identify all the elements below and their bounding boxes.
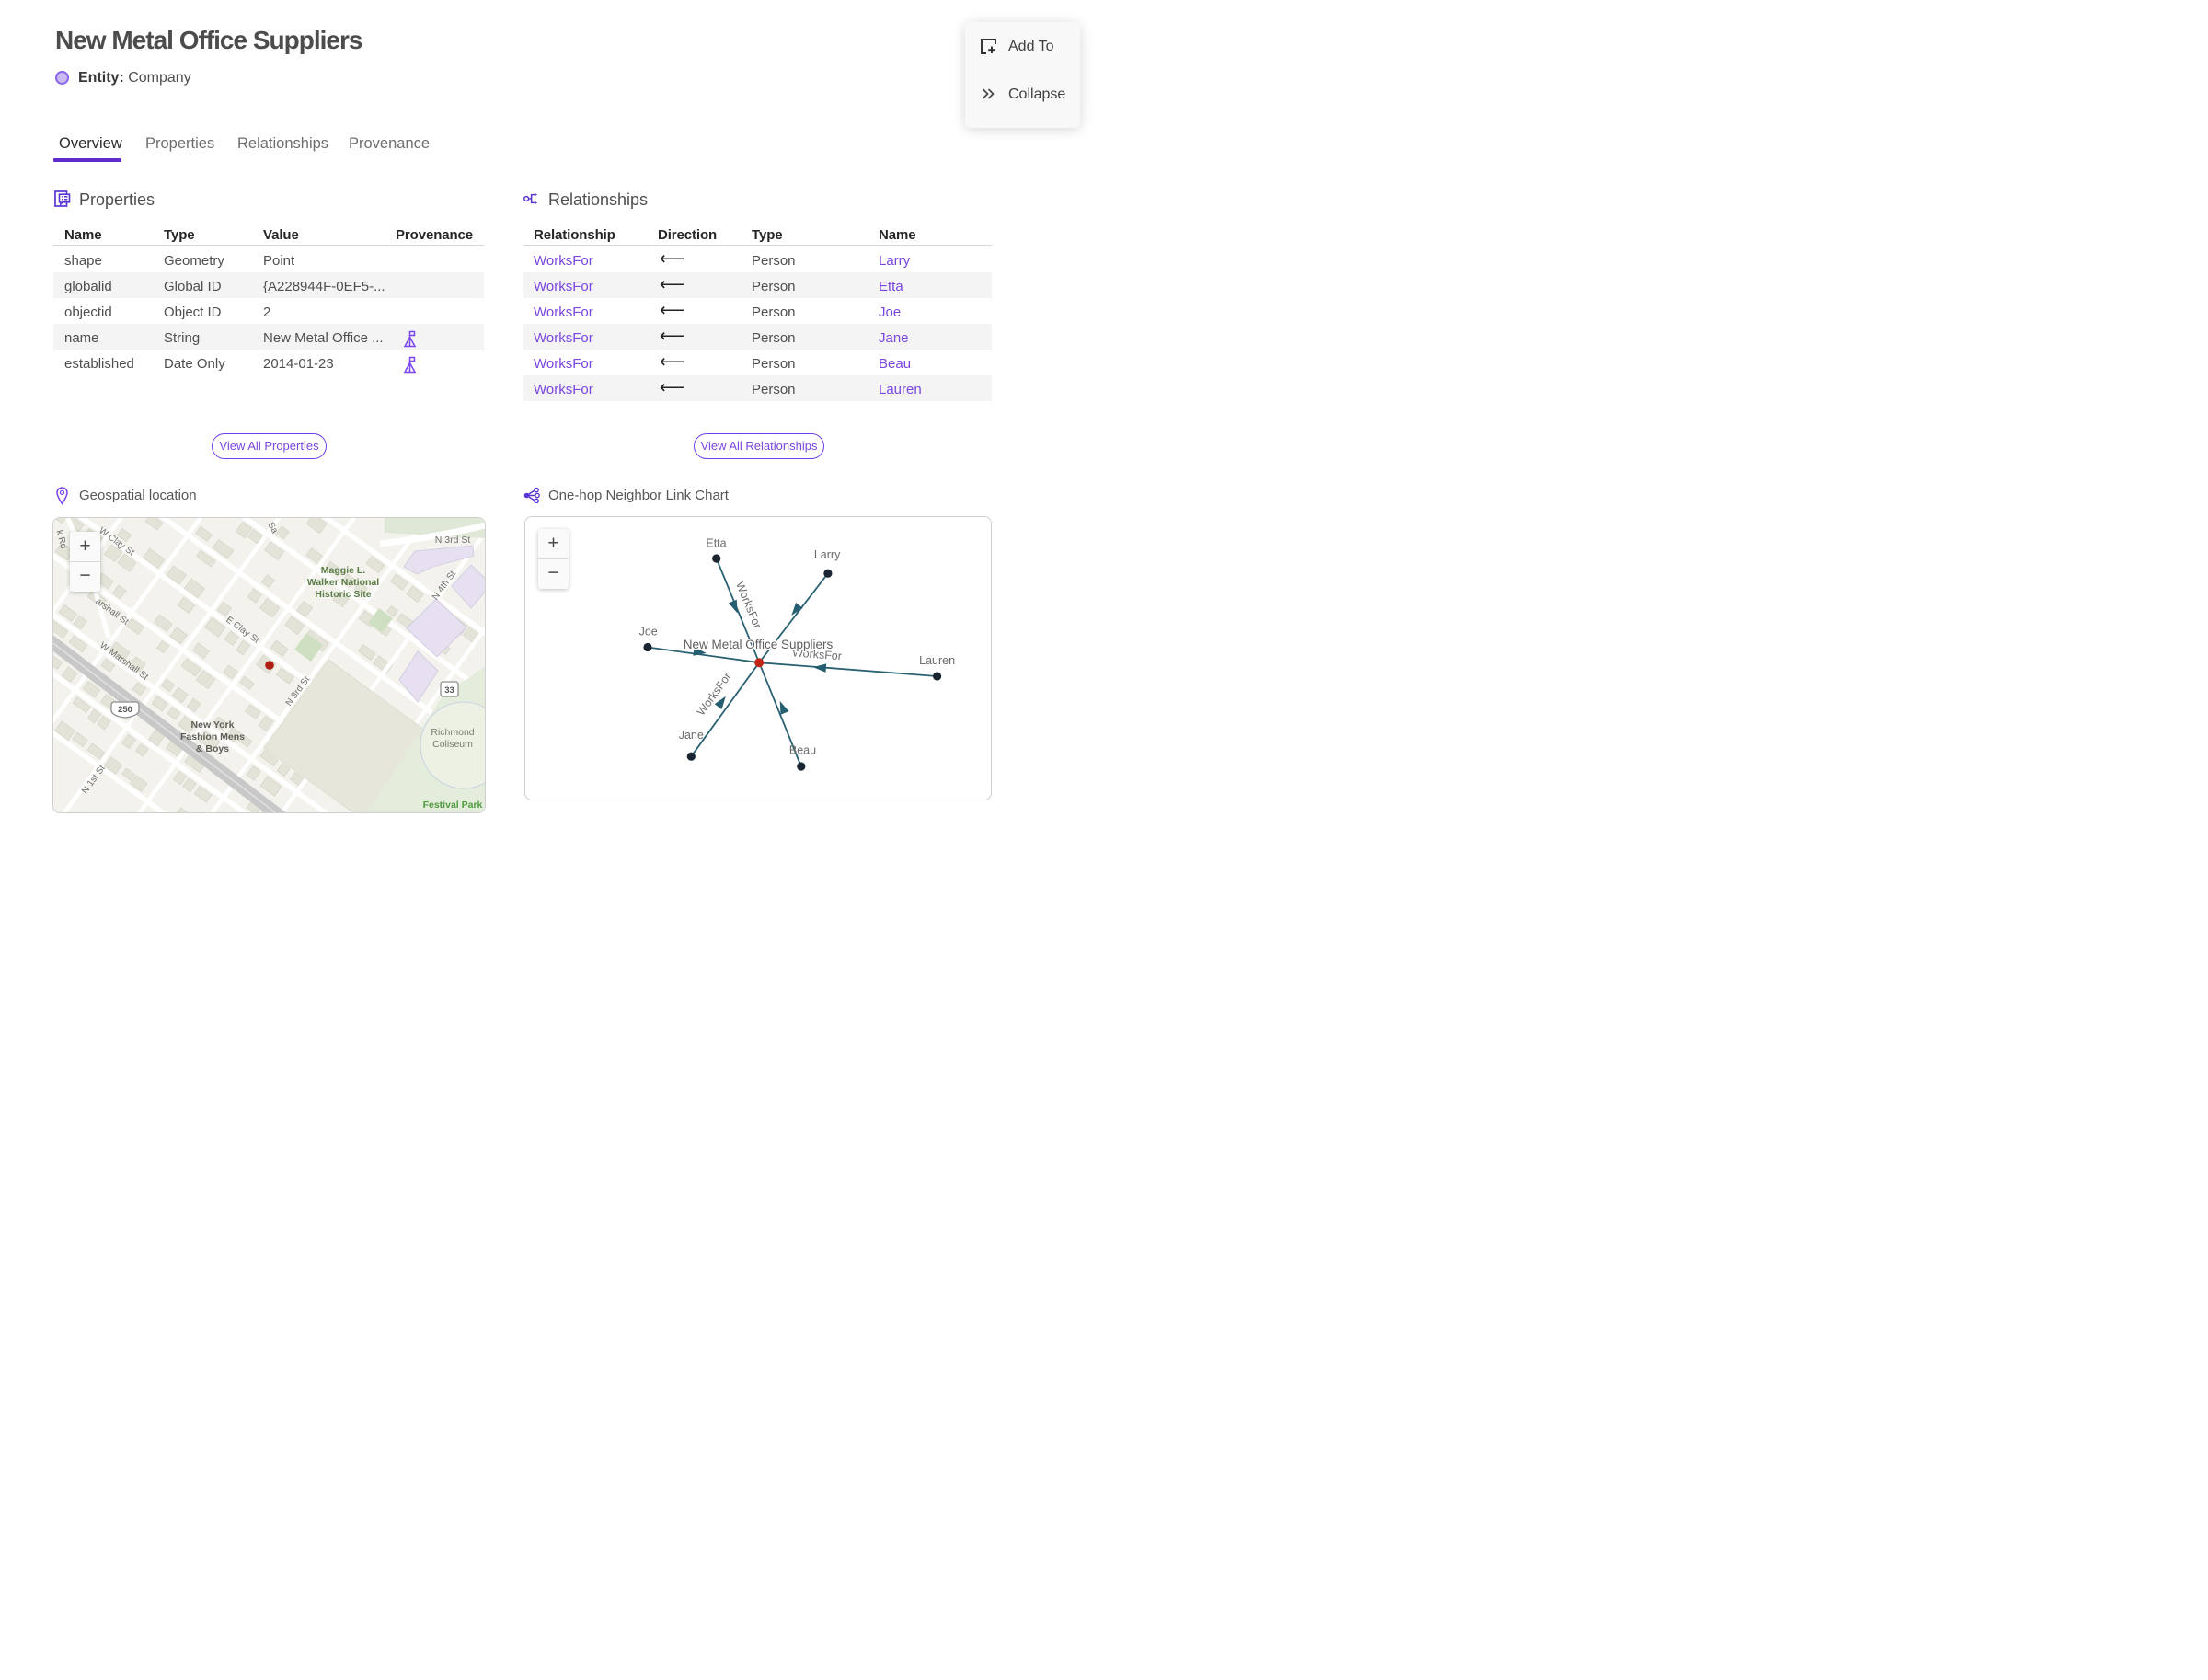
svg-text:Larry: Larry <box>814 548 841 561</box>
svg-text:Festival Park: Festival Park <box>423 800 483 811</box>
svg-text:Lauren: Lauren <box>919 654 955 667</box>
svg-text:Maggie L.: Maggie L. <box>321 565 366 576</box>
svg-text:Richmond: Richmond <box>431 727 474 738</box>
svg-text:New Metal Office Suppliers: New Metal Office Suppliers <box>684 638 834 651</box>
svg-text:250: 250 <box>118 705 132 715</box>
svg-text:Coliseum: Coliseum <box>432 739 473 750</box>
svg-text:Joe: Joe <box>639 625 658 638</box>
svg-text:& Boys: & Boys <box>196 743 229 754</box>
svg-text:WorksFor: WorksFor <box>695 670 734 718</box>
svg-text:Etta: Etta <box>706 537 726 550</box>
svg-text:Historic Site: Historic Site <box>315 589 371 600</box>
svg-text:Jane: Jane <box>679 729 704 742</box>
svg-text:New York: New York <box>191 719 235 731</box>
svg-text:Walker National: Walker National <box>307 577 379 588</box>
svg-text:N 3rd St: N 3rd St <box>435 535 471 546</box>
svg-text:Fashion Mens: Fashion Mens <box>180 731 245 742</box>
svg-text:Beau: Beau <box>789 743 816 756</box>
svg-text:WorksFor: WorksFor <box>733 580 764 630</box>
svg-text:33: 33 <box>444 685 454 696</box>
